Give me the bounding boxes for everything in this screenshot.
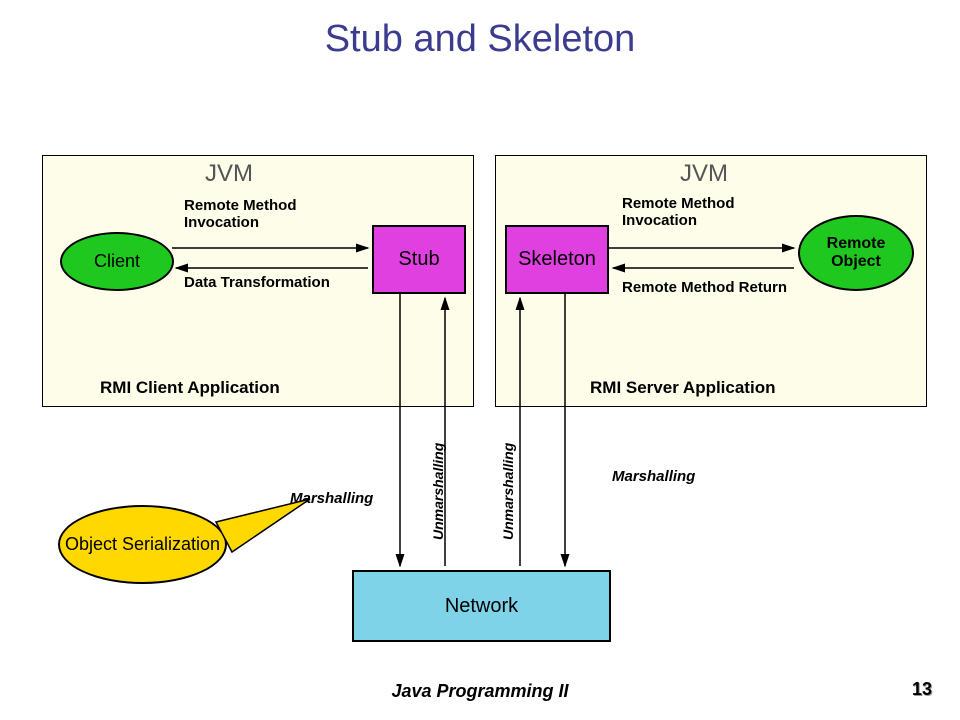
network-box: Network bbox=[352, 570, 611, 642]
rmi-client-app: RMI Client Application bbox=[100, 378, 280, 398]
stub-label: Stub bbox=[398, 248, 439, 271]
skeleton-label: Skeleton bbox=[518, 248, 596, 271]
skeleton-box: Skeleton bbox=[505, 225, 609, 294]
remote-object-ellipse: Remote Object bbox=[798, 215, 914, 291]
unmarshalling-right: Unmarshalling bbox=[500, 443, 516, 540]
remote-object-label: Remote Object bbox=[800, 235, 912, 270]
object-serialization-callout: Object Serialization bbox=[58, 505, 227, 584]
rmi-invocation-right: Remote Method Invocation bbox=[622, 196, 792, 229]
network-label: Network bbox=[445, 595, 518, 618]
marshalling-right: Marshalling bbox=[612, 468, 695, 485]
stub-box: Stub bbox=[372, 225, 466, 294]
jvm-label-left: JVM bbox=[205, 160, 253, 188]
slide-title: Stub and Skeleton bbox=[0, 18, 960, 61]
jvm-label-right: JVM bbox=[680, 160, 728, 188]
rmi-server-app: RMI Server Application bbox=[590, 378, 775, 398]
data-transformation-left: Data Transformation bbox=[184, 275, 354, 292]
client-label: Client bbox=[94, 252, 140, 272]
marshalling-left: Marshalling bbox=[290, 490, 373, 507]
page-number: 13 bbox=[912, 679, 932, 700]
unmarshalling-left: Unmarshalling bbox=[430, 443, 446, 540]
rmi-return-right: Remote Method Return bbox=[622, 280, 792, 297]
object-serialization-label: Object Serialization bbox=[65, 534, 220, 556]
footer-text: Java Programming II bbox=[0, 681, 960, 702]
rmi-invocation-left: Remote Method Invocation bbox=[184, 198, 354, 231]
client-ellipse: Client bbox=[60, 232, 174, 291]
